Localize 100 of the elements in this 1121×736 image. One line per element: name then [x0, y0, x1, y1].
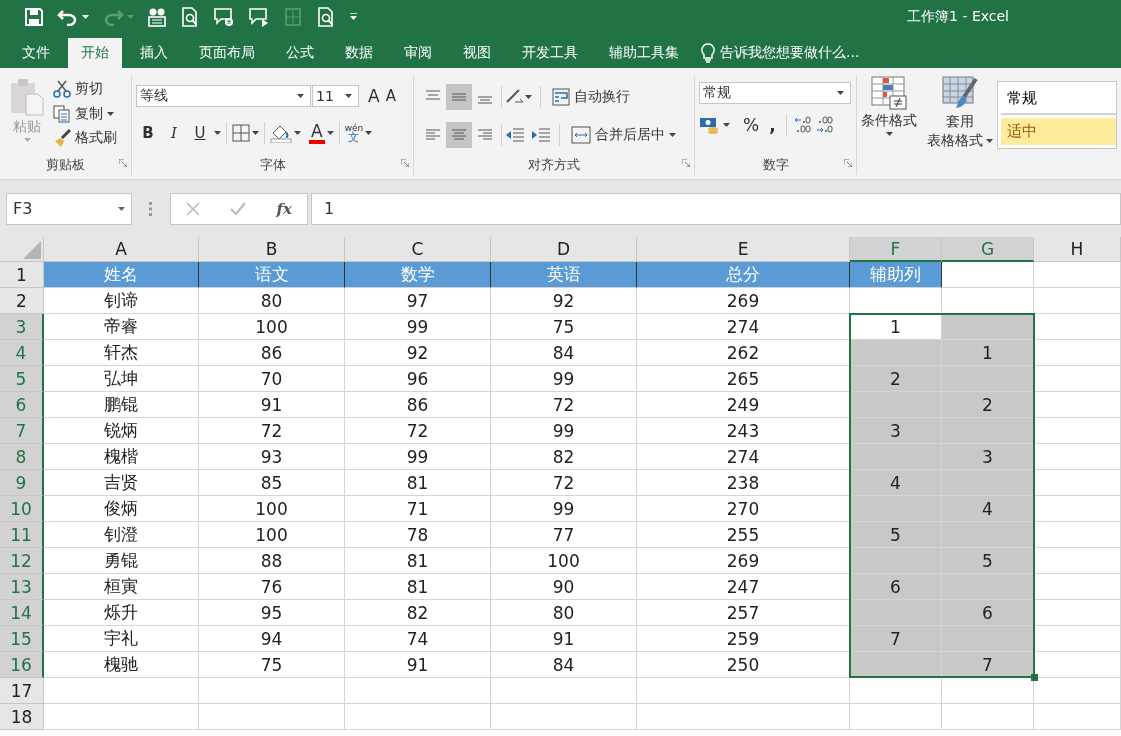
- format-painter-button[interactable]: 格式刷: [50, 127, 120, 149]
- zoom-document-icon[interactable]: [316, 7, 336, 27]
- ribbon-tab[interactable]: 数据: [332, 38, 386, 68]
- comma-button[interactable]: ,: [766, 113, 779, 137]
- caret-icon[interactable]: [669, 133, 676, 137]
- row-header[interactable]: 9: [0, 470, 44, 496]
- italic-button[interactable]: I: [162, 122, 186, 144]
- caret-icon[interactable]: [986, 138, 993, 143]
- row-header[interactable]: 13: [0, 574, 44, 600]
- currency-icon[interactable]: [699, 116, 719, 134]
- ribbon-tab[interactable]: 文件: [9, 38, 63, 68]
- row-header[interactable]: 6: [0, 392, 44, 418]
- dialog-launcher-icon[interactable]: [119, 159, 127, 167]
- row-header[interactable]: 16: [0, 652, 44, 678]
- ribbon-tab[interactable]: 开发工具: [509, 38, 591, 68]
- dialog-launcher-icon[interactable]: [401, 159, 409, 167]
- number-format-dropdown[interactable]: 常规: [699, 82, 851, 104]
- save-icon[interactable]: [24, 7, 44, 27]
- bold-button[interactable]: B: [136, 122, 160, 144]
- row-header[interactable]: 18: [0, 704, 44, 730]
- row-header[interactable]: 5: [0, 366, 44, 392]
- wrap-text-button[interactable]: 自动换行: [549, 86, 633, 108]
- borders-icon[interactable]: [232, 124, 250, 142]
- column-header[interactable]: D: [491, 237, 637, 262]
- shrink-font-button[interactable]: A: [382, 85, 399, 107]
- row-header[interactable]: 1: [0, 262, 44, 288]
- form-icon[interactable]: [147, 7, 167, 27]
- caret-icon[interactable]: [345, 94, 352, 98]
- caret-icon[interactable]: [365, 131, 373, 135]
- caret-icon[interactable]: [252, 131, 259, 135]
- dialog-launcher-icon[interactable]: [682, 159, 690, 167]
- ribbon-tab[interactable]: 公式: [273, 38, 327, 68]
- column-header[interactable]: A: [44, 237, 199, 262]
- row-header[interactable]: 12: [0, 548, 44, 574]
- dialog-launcher-icon[interactable]: [844, 159, 852, 167]
- decrease-decimal-icon[interactable]: [815, 116, 834, 134]
- row-header[interactable]: 3: [0, 314, 44, 340]
- ribbon-tab[interactable]: 审阅: [391, 38, 445, 68]
- row-header[interactable]: 2: [0, 288, 44, 314]
- column-header[interactable]: H: [1034, 237, 1121, 262]
- fill-color-icon[interactable]: [270, 123, 292, 143]
- print-preview-icon[interactable]: [180, 7, 200, 27]
- caret-icon[interactable]: [885, 132, 893, 136]
- phonetic-button[interactable]: wén 文: [344, 123, 364, 143]
- row-header[interactable]: 8: [0, 444, 44, 470]
- tell-me-field[interactable]: 告诉我您想要做什么...: [720, 44, 860, 62]
- caret-icon[interactable]: [294, 131, 301, 135]
- column-header[interactable]: C: [345, 237, 491, 262]
- column-header[interactable]: B: [199, 237, 345, 262]
- fill-handle-icon[interactable]: [1031, 674, 1038, 681]
- column-header[interactable]: G: [942, 237, 1034, 262]
- caret-icon[interactable]: [297, 94, 304, 98]
- font-color-button[interactable]: A: [309, 122, 325, 144]
- merge-center-button[interactable]: 合并后居中: [568, 124, 679, 146]
- percent-button[interactable]: %: [740, 113, 763, 137]
- orientation-icon[interactable]: [505, 88, 525, 106]
- formula-input[interactable]: 1: [311, 192, 1121, 225]
- ribbon-tab[interactable]: 视图: [450, 38, 504, 68]
- row-header[interactable]: 11: [0, 522, 44, 548]
- caret-icon[interactable]: [326, 131, 334, 135]
- ribbon-tab[interactable]: 插入: [127, 38, 181, 68]
- increase-decimal-icon[interactable]: [793, 116, 812, 134]
- cell-styles-gallery[interactable]: 常规 适中: [997, 81, 1117, 149]
- increase-indent-icon[interactable]: [531, 127, 551, 143]
- next-comment-icon[interactable]: [248, 7, 270, 27]
- grow-font-button[interactable]: A: [365, 84, 383, 108]
- lightbulb-icon[interactable]: [701, 43, 715, 63]
- name-box[interactable]: F3: [6, 192, 132, 225]
- cut-button[interactable]: 剪切: [50, 78, 120, 100]
- caret-icon[interactable]: [118, 206, 125, 211]
- column-header[interactable]: E: [637, 237, 850, 262]
- format-as-table-button[interactable]: 套用 表格格式: [923, 76, 997, 179]
- caret-icon[interactable]: [525, 95, 532, 99]
- delete-comment-icon[interactable]: [213, 7, 235, 27]
- drag-handle-icon[interactable]: [149, 201, 153, 216]
- column-header[interactable]: F: [850, 237, 942, 262]
- copy-button[interactable]: 复制: [50, 102, 120, 125]
- caret-icon[interactable]: [837, 91, 844, 95]
- font-name-dropdown[interactable]: 等线: [136, 85, 311, 107]
- ribbon-tab[interactable]: 辅助工具集: [596, 38, 692, 68]
- caret-icon[interactable]: [723, 123, 730, 127]
- decrease-indent-icon[interactable]: [505, 127, 525, 143]
- caret-icon[interactable]: [107, 111, 114, 116]
- underline-button[interactable]: U: [188, 122, 212, 144]
- cell-style[interactable]: 适中: [1001, 117, 1116, 145]
- ribbon-tab[interactable]: 页面布局: [186, 38, 268, 68]
- row-header[interactable]: 4: [0, 340, 44, 366]
- ribbon-tab[interactable]: 开始: [68, 38, 122, 68]
- undo-icon[interactable]: [57, 8, 79, 26]
- conditional-format-button[interactable]: 条件格式: [857, 76, 923, 179]
- font-size-dropdown[interactable]: 11: [312, 85, 359, 107]
- caret-icon[interactable]: [214, 131, 221, 135]
- row-header[interactable]: 15: [0, 626, 44, 652]
- row-header[interactable]: 10: [0, 496, 44, 522]
- customize-icon[interactable]: [349, 13, 358, 21]
- row-header[interactable]: 7: [0, 418, 44, 444]
- insert-function-button[interactable]: fx: [276, 199, 292, 218]
- row-header[interactable]: 14: [0, 600, 44, 626]
- row-header[interactable]: 17: [0, 678, 44, 704]
- caret-icon[interactable]: [82, 15, 89, 19]
